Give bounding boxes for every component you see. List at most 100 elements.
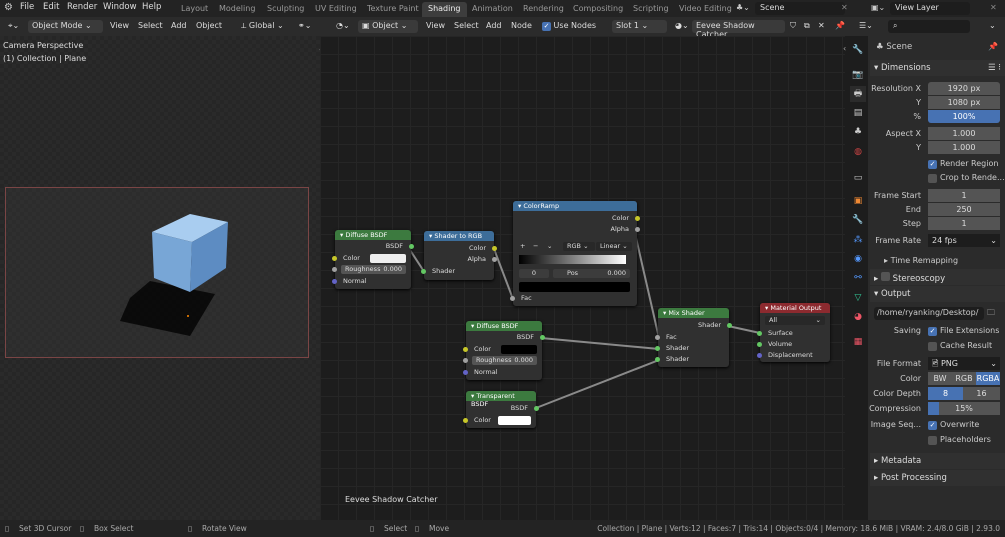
frame-start-field[interactable]: 1 — [928, 189, 1000, 202]
input-socket[interactable] — [757, 342, 762, 347]
depth-8-button[interactable]: 8 — [928, 387, 963, 400]
file-format-dropdown[interactable]: 🖻 PNG⌄ — [928, 357, 1000, 370]
input-socket[interactable] — [655, 346, 660, 351]
mode-dropdown[interactable]: Object Mode ⌄ — [28, 20, 103, 33]
target-dropdown[interactable]: All⌄ — [765, 316, 825, 325]
tab-tool-icon[interactable]: 🔧 — [850, 42, 866, 58]
compression-slider[interactable]: 15% — [928, 402, 1000, 415]
tab-modifiers-icon[interactable]: 🔧 — [850, 212, 866, 228]
aspect-x-field[interactable]: 1.000 — [928, 127, 1000, 140]
slot-dropdown[interactable]: Slot 1 ⌄ — [612, 20, 667, 33]
input-socket[interactable] — [655, 357, 660, 362]
viewport-menu-object[interactable]: Object — [192, 20, 226, 33]
node-menu-select[interactable]: Select — [450, 20, 483, 33]
sidebar-toggle-icon[interactable]: ‹ — [843, 44, 846, 53]
color-rgba-button[interactable]: RGBA — [976, 372, 1000, 385]
menu-render[interactable]: Render — [67, 2, 97, 12]
color-bw-button[interactable]: BW — [928, 372, 952, 385]
color-rgb-button[interactable]: RGB — [952, 372, 976, 385]
color-swatch[interactable] — [498, 416, 531, 425]
output-socket[interactable] — [492, 257, 497, 262]
panel-metadata[interactable]: ▸ Metadata — [870, 453, 1005, 469]
view-layer-close-icon[interactable]: ✕ — [990, 3, 997, 12]
node-transparent-bsdf[interactable]: ▾ Transparent BSDF BSDF Color — [466, 391, 536, 428]
node-header[interactable]: ▾ Transparent BSDF — [466, 391, 536, 401]
node-menu-add[interactable]: Add — [482, 20, 506, 33]
pivot-icon[interactable]: ⚭⌄ — [294, 20, 315, 33]
use-nodes-checkbox[interactable]: ✓ Use Nodes — [538, 20, 600, 33]
tab-material-icon[interactable]: ◕ — [850, 309, 866, 325]
cache-result-checkbox[interactable] — [928, 342, 937, 351]
input-socket[interactable] — [463, 347, 468, 352]
node-header[interactable]: ▾ Mix Shader — [658, 308, 729, 318]
node-header[interactable]: ▾ Diffuse BSDF — [466, 321, 542, 331]
viewport-menu-select[interactable]: Select — [134, 20, 167, 33]
frame-step-field[interactable]: 1 — [928, 217, 1000, 230]
input-socket[interactable] — [463, 370, 468, 375]
add-stop-button[interactable]: + — [520, 242, 525, 250]
node-shader-to-rgb[interactable]: ▾ Shader to RGB Color Alpha Shader — [424, 231, 494, 280]
panel-dimensions[interactable]: ▾ Dimensions☰ ⁝ — [870, 60, 1005, 76]
time-remapping-subpanel[interactable]: ▸ Time Remapping — [884, 256, 958, 265]
pin-icon[interactable]: 📌 — [988, 42, 998, 51]
input-socket[interactable] — [332, 256, 337, 261]
node-mix-shader[interactable]: ▾ Mix Shader Shader Fac Shader Shader — [658, 308, 729, 367]
position-field[interactable]: Pos0.000 — [553, 269, 630, 278]
color-swatch[interactable] — [370, 254, 406, 263]
menu-window[interactable]: Window — [103, 2, 137, 12]
input-socket[interactable] — [655, 335, 660, 340]
folder-icon[interactable]: 🗀 — [987, 307, 995, 321]
node-menu-node[interactable]: Node — [507, 20, 536, 33]
tab-scripting[interactable]: Scripting — [627, 2, 675, 17]
scene-icon[interactable]: ♣⌄ — [736, 3, 750, 12]
render-region-checkbox[interactable]: ✓ — [928, 160, 937, 169]
tab-collection-icon[interactable]: ▭ — [850, 170, 866, 186]
overwrite-checkbox[interactable]: ✓ — [928, 421, 937, 430]
stereoscopy-checkbox[interactable] — [881, 272, 890, 281]
node-editor-type-icon[interactable]: ◔⌄ — [332, 20, 354, 33]
input-socket[interactable] — [463, 358, 468, 363]
tab-rendering[interactable]: Rendering — [517, 2, 570, 17]
node-menu-view[interactable]: View — [422, 20, 449, 33]
panel-post-processing[interactable]: ▸ Post Processing — [870, 470, 1005, 486]
frame-rate-dropdown[interactable]: 24 fps⌄ — [928, 234, 1000, 247]
stop-index-field[interactable]: 0 — [519, 269, 549, 278]
output-socket[interactable] — [635, 216, 640, 221]
presets-icon[interactable]: ☰ ⁝ — [988, 63, 1001, 73]
output-socket[interactable] — [534, 406, 539, 411]
roughness-field[interactable]: Roughness0.000 — [341, 265, 406, 274]
input-socket[interactable] — [510, 296, 515, 301]
tab-constraints-icon[interactable]: ⚯ — [850, 270, 866, 286]
node-header[interactable]: ▾ Shader to RGB — [424, 231, 494, 241]
tab-world-icon[interactable]: ◍ — [850, 144, 866, 160]
stop-color-swatch[interactable] — [519, 282, 630, 292]
unlink-material-icon[interactable]: ✕ — [814, 20, 829, 33]
tab-compositing[interactable]: Compositing — [567, 2, 629, 17]
tab-physics-icon[interactable]: ◉ — [850, 251, 866, 267]
duplicate-material-icon[interactable]: ⧉ — [800, 20, 814, 33]
remove-stop-button[interactable]: − — [533, 242, 538, 250]
roughness-field[interactable]: Roughness0.000 — [472, 356, 537, 365]
scene-close-icon[interactable]: ✕ — [841, 3, 848, 12]
tab-particles-icon[interactable]: ⁂ — [850, 232, 866, 248]
properties-options-icon[interactable]: ⌄ — [985, 20, 1000, 33]
scene-selector[interactable]: Scene — [755, 2, 845, 15]
tab-animation[interactable]: Animation — [466, 2, 519, 17]
properties-search-input[interactable]: ⌕ — [888, 20, 970, 33]
tab-shading[interactable]: Shading — [422, 2, 467, 17]
input-socket[interactable] — [421, 269, 426, 274]
tab-scene-icon[interactable]: ♣ — [850, 124, 866, 140]
tab-modeling[interactable]: Modeling — [213, 2, 261, 17]
node-header[interactable]: ▾ Diffuse BSDF — [335, 230, 411, 240]
properties-editor-type-icon[interactable]: ☰⌄ — [855, 20, 877, 33]
frame-end-field[interactable]: 250 — [928, 203, 1000, 216]
tab-layout[interactable]: Layout — [175, 2, 214, 17]
menu-help[interactable]: Help — [142, 2, 161, 12]
fake-user-icon[interactable]: ⛉ — [786, 20, 800, 33]
color-ramp-gradient[interactable] — [519, 255, 626, 264]
viewport-menu-view[interactable]: View — [106, 20, 133, 33]
node-material-output[interactable]: ▾ Material Output All⌄ Surface Volume Di… — [760, 303, 830, 362]
placeholders-checkbox[interactable] — [928, 436, 937, 445]
material-name-field[interactable]: Eevee Shadow Catcher — [692, 20, 785, 33]
menu-file[interactable]: File — [20, 2, 34, 12]
